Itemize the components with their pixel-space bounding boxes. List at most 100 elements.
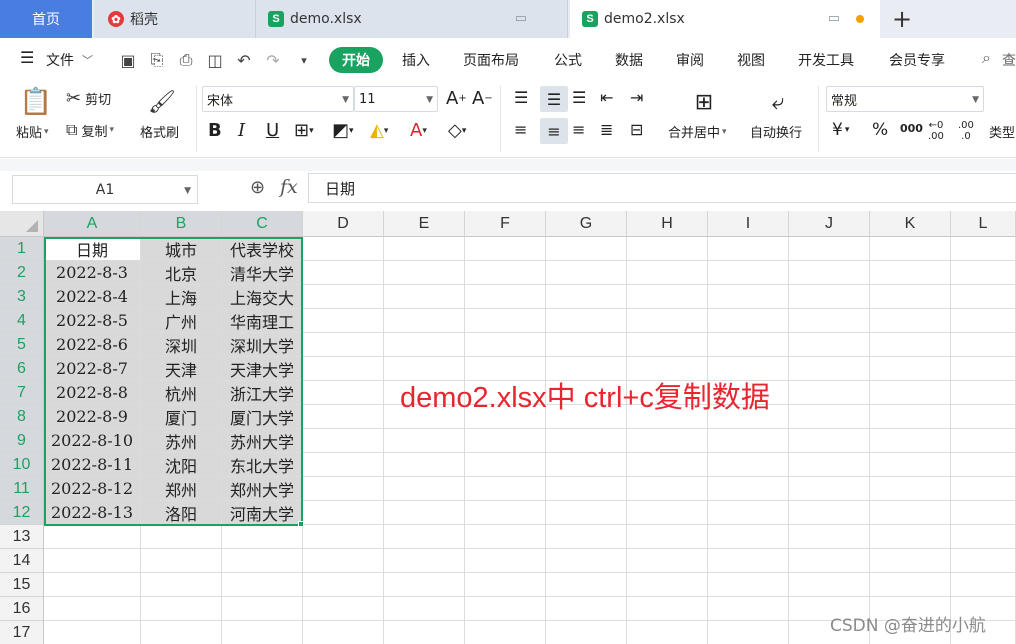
cell-i4[interactable] — [708, 309, 789, 333]
cell-g9[interactable] — [546, 429, 627, 453]
row-header-1[interactable]: 1 — [0, 237, 44, 261]
cell-a16[interactable] — [44, 597, 141, 621]
cell-i11[interactable] — [708, 477, 789, 501]
cell-l5[interactable] — [951, 333, 1016, 357]
cell-i9[interactable] — [708, 429, 789, 453]
cell-b12[interactable]: 洛阳 — [141, 501, 222, 525]
merge-cells-icon[interactable]: ⊞ — [686, 86, 722, 118]
cell-b10[interactable]: 沈阳 — [141, 453, 222, 477]
cell-e14[interactable] — [384, 549, 465, 573]
cell-g1[interactable] — [546, 237, 627, 261]
cell-f15[interactable] — [465, 573, 546, 597]
thousands-separator-button[interactable]: 000 — [900, 122, 923, 135]
cell-c3[interactable]: 上海交大 — [222, 285, 303, 309]
menu-start[interactable]: 开始 — [329, 47, 383, 73]
row-header-2[interactable]: 2 — [0, 261, 44, 285]
cell-g3[interactable] — [546, 285, 627, 309]
row-header-9[interactable]: 9 — [0, 429, 44, 453]
cell-j12[interactable] — [789, 501, 870, 525]
cell-j8[interactable] — [789, 405, 870, 429]
brush-icon[interactable]: 🖌 — [144, 86, 180, 118]
cell-l10[interactable] — [951, 453, 1016, 477]
cell-b16[interactable] — [141, 597, 222, 621]
paste-icon[interactable]: 📋 — [16, 86, 56, 118]
cell-d5[interactable] — [303, 333, 384, 357]
cell-b13[interactable] — [141, 525, 222, 549]
cell-k7[interactable] — [870, 381, 951, 405]
cell-k11[interactable] — [870, 477, 951, 501]
cell-k12[interactable] — [870, 501, 951, 525]
cell-a17[interactable] — [44, 621, 141, 644]
cell-e12[interactable] — [384, 501, 465, 525]
column-header-d[interactable]: D — [303, 211, 384, 237]
decrease-font-icon[interactable]: A − — [472, 88, 493, 109]
cell-a6[interactable]: 2022-8-7 — [44, 357, 141, 381]
cell-f5[interactable] — [465, 333, 546, 357]
cell-l1[interactable] — [951, 237, 1016, 261]
cell-h4[interactable] — [627, 309, 708, 333]
cell-h14[interactable] — [627, 549, 708, 573]
cell-l14[interactable] — [951, 549, 1016, 573]
row-header-5[interactable]: 5 — [0, 333, 44, 357]
column-header-a[interactable]: A — [44, 211, 141, 237]
cell-b7[interactable]: 杭州 — [141, 381, 222, 405]
name-box[interactable]: A1 ▼ — [12, 175, 198, 204]
zoom-formula-icon[interactable]: ⊕ — [250, 177, 265, 198]
row-header-8[interactable]: 8 — [0, 405, 44, 429]
cell-l12[interactable] — [951, 501, 1016, 525]
cell-c14[interactable] — [222, 549, 303, 573]
cell-b2[interactable]: 北京 — [141, 261, 222, 285]
cell-a12[interactable]: 2022-8-13 — [44, 501, 141, 525]
cell-k3[interactable] — [870, 285, 951, 309]
cell-k4[interactable] — [870, 309, 951, 333]
decrease-indent-icon[interactable]: ⇤ — [600, 88, 613, 107]
cell-g16[interactable] — [546, 597, 627, 621]
cell-l2[interactable] — [951, 261, 1016, 285]
cell-g14[interactable] — [546, 549, 627, 573]
font-color-icon[interactable]: A ▾ — [410, 120, 427, 141]
cell-l15[interactable] — [951, 573, 1016, 597]
cell-g5[interactable] — [546, 333, 627, 357]
fill-style-icon[interactable]: ◩ ▾ — [332, 120, 354, 141]
row-header-6[interactable]: 6 — [0, 357, 44, 381]
cell-e15[interactable] — [384, 573, 465, 597]
row-header-11[interactable]: 11 — [0, 477, 44, 501]
decrease-decimal-button[interactable]: .00.0 — [958, 120, 974, 142]
align-top-icon[interactable]: ☰ — [514, 88, 528, 107]
cell-c17[interactable] — [222, 621, 303, 644]
cell-b15[interactable] — [141, 573, 222, 597]
cell-f13[interactable] — [465, 525, 546, 549]
cell-a8[interactable]: 2022-8-9 — [44, 405, 141, 429]
cell-l7[interactable] — [951, 381, 1016, 405]
cell-h5[interactable] — [627, 333, 708, 357]
cell-a15[interactable] — [44, 573, 141, 597]
cell-i2[interactable] — [708, 261, 789, 285]
cell-f12[interactable] — [465, 501, 546, 525]
cell-i12[interactable] — [708, 501, 789, 525]
cell-a10[interactable]: 2022-8-11 — [44, 453, 141, 477]
align-right-icon[interactable]: ≡ — [572, 120, 585, 139]
cell-c13[interactable] — [222, 525, 303, 549]
sheet-grid[interactable]: A B C D E F G H I J K L 1 日期 城市 代表学校 2 2022-8-3 北京 清华大学 3 202… — [0, 211, 1016, 644]
export-icon[interactable]: ⎘ — [146, 49, 168, 71]
cell-e13[interactable] — [384, 525, 465, 549]
cell-c16[interactable] — [222, 597, 303, 621]
print-preview-icon[interactable]: ◫ — [204, 49, 226, 71]
cell-f4[interactable] — [465, 309, 546, 333]
tab-demo-xlsx[interactable]: S demo.xlsx ▭ — [256, 0, 568, 38]
cell-k14[interactable] — [870, 549, 951, 573]
menu-developer[interactable]: 开发工具 — [798, 50, 854, 70]
cell-e16[interactable] — [384, 597, 465, 621]
align-middle-icon[interactable]: ☰ — [540, 86, 568, 112]
cell-j6[interactable] — [789, 357, 870, 381]
cell-h17[interactable] — [627, 621, 708, 644]
row-header-10[interactable]: 10 — [0, 453, 44, 477]
new-tab-button[interactable]: + — [886, 3, 918, 35]
cell-a14[interactable] — [44, 549, 141, 573]
cell-d14[interactable] — [303, 549, 384, 573]
type-convert-button[interactable]: 类型 — [989, 122, 1015, 141]
cell-e2[interactable] — [384, 261, 465, 285]
cell-f10[interactable] — [465, 453, 546, 477]
row-header-7[interactable]: 7 — [0, 381, 44, 405]
number-format-select[interactable]: 常规 ▼ — [826, 86, 984, 112]
